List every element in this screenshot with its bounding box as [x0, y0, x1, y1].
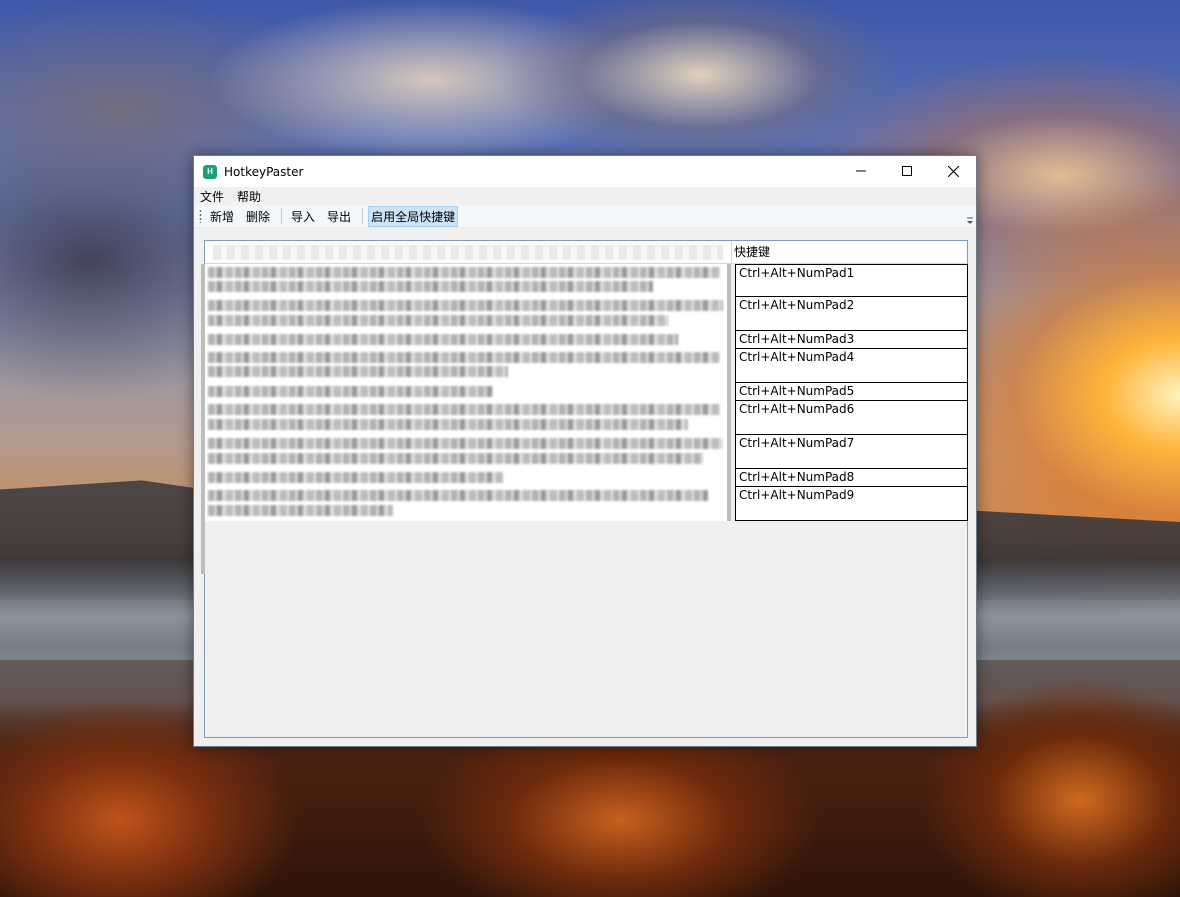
- close-icon: [947, 165, 959, 177]
- window-controls: [838, 156, 976, 186]
- redacted-text: [208, 472, 503, 483]
- hotkey-cell[interactable]: Ctrl+Alt+NumPad4: [735, 349, 968, 383]
- redacted-text: [208, 438, 722, 449]
- redacted-text: [208, 366, 508, 377]
- table-row[interactable]: Ctrl+Alt+NumPad1: [205, 264, 968, 297]
- redacted-text: [208, 490, 708, 501]
- menu-file[interactable]: 文件: [200, 188, 224, 205]
- hotkey-cell[interactable]: Ctrl+Alt+NumPad6: [735, 401, 968, 435]
- column-header-content-redacted[interactable]: [213, 245, 723, 260]
- hotkey-cell[interactable]: Ctrl+Alt+NumPad5: [735, 383, 968, 401]
- content-cell-redacted[interactable]: [205, 264, 731, 297]
- maximize-button[interactable]: [884, 156, 930, 186]
- table-row[interactable]: Ctrl+Alt+NumPad7: [205, 435, 968, 469]
- content-cell-redacted[interactable]: [205, 383, 731, 401]
- app-icon: H: [203, 164, 217, 179]
- redacted-text: [208, 505, 393, 516]
- window-title: HotkeyPaster: [224, 164, 304, 179]
- snippet-grid[interactable]: 快捷键 Ctrl+Alt+NumPad1 Ctrl+Alt+NumPad2 Ct…: [201, 240, 968, 738]
- toolbar-overflow-icon[interactable]: [967, 217, 973, 225]
- table-row[interactable]: Ctrl+Alt+NumPad6: [205, 401, 968, 435]
- content-cell-redacted[interactable]: [205, 435, 731, 469]
- redacted-text: [208, 281, 653, 292]
- table-row[interactable]: Ctrl+Alt+NumPad3: [205, 331, 968, 349]
- import-button[interactable]: 导入: [287, 206, 319, 227]
- add-button[interactable]: 新增: [206, 206, 238, 227]
- delete-button[interactable]: 删除: [242, 206, 274, 227]
- maximize-icon: [902, 166, 912, 176]
- grid-header: 快捷键: [205, 241, 967, 264]
- content-cell-redacted[interactable]: [205, 349, 731, 383]
- redacted-text: [208, 386, 493, 397]
- table-row[interactable]: Ctrl+Alt+NumPad8: [205, 469, 968, 487]
- redacted-text: [208, 300, 723, 311]
- menu-bar: 文件 帮助: [194, 187, 976, 205]
- hotkey-cell[interactable]: Ctrl+Alt+NumPad2: [735, 297, 968, 331]
- content-cell-redacted[interactable]: [205, 487, 731, 521]
- redacted-text: [208, 267, 720, 278]
- grid-rows: Ctrl+Alt+NumPad1 Ctrl+Alt+NumPad2 Ctrl+A…: [201, 264, 968, 574]
- hotkey-cell[interactable]: Ctrl+Alt+NumPad8: [735, 469, 968, 487]
- toolbar-separator: [362, 208, 364, 224]
- redacted-text: [208, 334, 678, 345]
- app-window: H HotkeyPaster 文件 帮助 新增 删除 导入 导出 启用全局快捷键: [193, 155, 977, 747]
- enable-global-hotkey-toggle[interactable]: 启用全局快捷键: [368, 205, 459, 227]
- table-row[interactable]: Ctrl+Alt+NumPad2: [205, 297, 968, 331]
- redacted-text: [208, 352, 720, 363]
- table-row[interactable]: Ctrl+Alt+NumPad5: [205, 383, 968, 401]
- toolbar-grip-icon[interactable]: [199, 209, 202, 223]
- redacted-text: [208, 453, 703, 464]
- hotkey-cell[interactable]: Ctrl+Alt+NumPad1: [735, 264, 968, 297]
- menu-help[interactable]: 帮助: [237, 188, 261, 205]
- redacted-text: [208, 404, 720, 415]
- column-header-hotkey[interactable]: 快捷键: [731, 241, 770, 264]
- close-button[interactable]: [930, 156, 976, 186]
- toolbar: 新增 删除 导入 导出 启用全局快捷键: [194, 205, 976, 228]
- content-cell-redacted[interactable]: [205, 331, 731, 349]
- redacted-text: [208, 419, 688, 430]
- title-bar[interactable]: H HotkeyPaster: [194, 156, 976, 187]
- table-row[interactable]: Ctrl+Alt+NumPad4: [205, 349, 968, 383]
- content-cell-redacted[interactable]: [205, 401, 731, 435]
- minimize-button[interactable]: [838, 156, 884, 186]
- table-row[interactable]: Ctrl+Alt+NumPad9: [205, 487, 968, 521]
- hotkey-cell[interactable]: Ctrl+Alt+NumPad3: [735, 331, 968, 349]
- export-button[interactable]: 导出: [323, 206, 355, 227]
- hotkey-cell[interactable]: Ctrl+Alt+NumPad9: [735, 487, 968, 521]
- hotkey-cell[interactable]: Ctrl+Alt+NumPad7: [735, 435, 968, 469]
- content-cell-redacted[interactable]: [205, 297, 731, 331]
- minimize-icon: [856, 170, 866, 172]
- redacted-text: [208, 315, 668, 326]
- content-cell-redacted[interactable]: [205, 469, 731, 487]
- toolbar-separator: [281, 208, 283, 224]
